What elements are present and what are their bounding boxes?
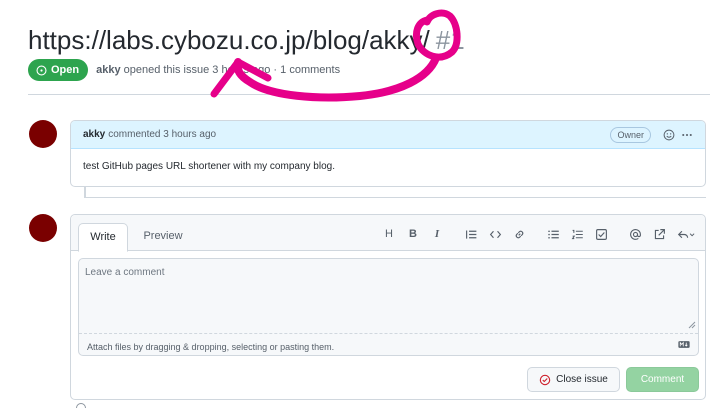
italic-icon[interactable]: I	[429, 226, 445, 242]
reply-icon[interactable]	[675, 226, 697, 242]
header-divider	[28, 94, 710, 95]
mention-icon[interactable]	[627, 226, 643, 242]
cross-reference-icon[interactable]	[651, 226, 667, 242]
comment-field-wrapper: Attach files by dragging & dropping, sel…	[78, 258, 699, 356]
markdown-toolbar: H B I	[373, 225, 697, 243]
status-badge: Open	[28, 59, 89, 81]
numbered-list-icon[interactable]	[569, 226, 585, 242]
close-issue-button[interactable]: Close issue	[527, 367, 620, 392]
owner-badge: Owner	[610, 126, 651, 143]
kebab-menu-icon[interactable]	[679, 127, 695, 143]
task-list-icon[interactable]	[593, 226, 609, 242]
comment-timestamp[interactable]: commented 3 hours ago	[108, 129, 216, 140]
close-issue-label: Close issue	[556, 374, 608, 385]
heading-icon[interactable]: H	[381, 226, 397, 242]
bulleted-list-icon[interactable]	[545, 226, 561, 242]
issue-meta: Open akky opened this issue 3 hours ago …	[28, 59, 340, 81]
link-icon[interactable]	[511, 226, 527, 242]
issue-opened-icon	[36, 64, 47, 76]
timeline-divider	[84, 197, 706, 198]
attach-files-bar[interactable]: Attach files by dragging & dropping, sel…	[79, 333, 698, 356]
avatar[interactable]	[29, 120, 57, 148]
comment-editor: Write Preview H B I Attach files by drag…	[70, 214, 706, 400]
issue-meta-text: opened this issue 3 hours ago · 1 commen…	[123, 64, 341, 76]
attach-hint: Attach files by dragging & dropping, sel…	[87, 342, 335, 352]
tab-write[interactable]: Write	[78, 223, 128, 252]
editor-tab-bar: Write Preview H B I	[71, 215, 705, 252]
resize-handle-icon[interactable]	[688, 321, 696, 329]
issue-closed-icon	[539, 374, 551, 385]
issue-author-link[interactable]: akky	[96, 64, 120, 76]
smiley-icon[interactable]	[661, 127, 677, 143]
quote-icon[interactable]	[463, 226, 479, 242]
timeline-bottom-icon	[76, 403, 86, 408]
avatar[interactable]	[29, 214, 57, 242]
markdown-icon	[678, 341, 690, 348]
status-label: Open	[51, 64, 80, 76]
tab-preview[interactable]: Preview	[135, 223, 191, 252]
code-icon[interactable]	[487, 226, 503, 242]
comment-body: test GitHub pages URL shortener with my …	[83, 161, 335, 172]
comment-author-link[interactable]: akky	[83, 129, 105, 140]
bold-icon[interactable]: B	[405, 226, 421, 242]
issue-number: #1	[435, 25, 465, 55]
comment-button[interactable]: Comment	[626, 367, 699, 392]
comment-header: akky commented 3 hours ago Owner	[71, 121, 705, 149]
issue-title-row: https://labs.cybozu.co.jp/blog/akky/#1	[28, 24, 465, 56]
comment-card: akky commented 3 hours ago Owner test Gi…	[70, 120, 706, 187]
issue-title: https://labs.cybozu.co.jp/blog/akky/	[28, 25, 430, 55]
comment-textarea[interactable]	[79, 259, 698, 333]
